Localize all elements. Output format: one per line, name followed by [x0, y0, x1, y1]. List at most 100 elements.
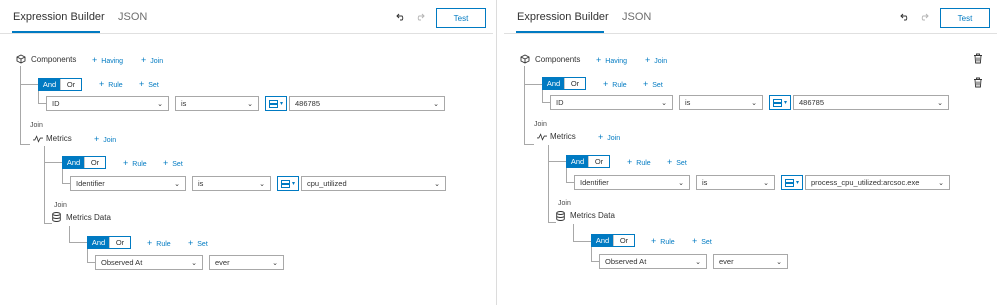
- tab-json[interactable]: JSON: [118, 11, 147, 23]
- add-rule-button[interactable]: + Rule: [651, 236, 675, 248]
- tree-line: [548, 222, 556, 223]
- and-or-toggle[interactable]: And Or: [566, 155, 610, 168]
- value-text: 486785: [799, 98, 825, 107]
- field-select[interactable]: ID ⌄: [550, 95, 673, 110]
- tab-expression-builder[interactable]: Expression Builder: [13, 11, 105, 23]
- or-option[interactable]: Or: [588, 156, 609, 167]
- and-option[interactable]: And: [63, 157, 84, 168]
- operator-value: ever: [719, 257, 734, 266]
- and-or-toggle[interactable]: And Or: [62, 156, 106, 169]
- tree-line: [591, 261, 599, 262]
- redo-icon[interactable]: [917, 9, 931, 25]
- add-rule-button[interactable]: + Rule: [627, 157, 651, 169]
- value-mode-button[interactable]: ▾: [781, 175, 803, 190]
- list-mode-icon: [784, 178, 794, 187]
- field-select[interactable]: Identifier ⌄: [70, 176, 186, 191]
- value-mode-button[interactable]: ▾: [769, 95, 791, 110]
- list-mode-icon: [280, 179, 290, 188]
- redo-icon[interactable]: [413, 9, 427, 25]
- tree-line: [69, 226, 70, 243]
- and-or-toggle[interactable]: And Or: [591, 234, 635, 247]
- chevron-down-icon: ⌄: [751, 100, 757, 107]
- add-rule-button[interactable]: + Rule: [147, 238, 171, 250]
- join-type-label: Join: [30, 122, 43, 129]
- trash-icon[interactable]: [973, 53, 983, 64]
- value-select[interactable]: cpu_utilized ⌄: [301, 176, 446, 191]
- metrics-pulse-icon: [537, 132, 547, 142]
- plus-icon: +: [598, 132, 604, 142]
- add-set-button[interactable]: + Set: [667, 157, 687, 169]
- add-having-button[interactable]: + Having: [596, 55, 627, 67]
- components-label: Components: [535, 55, 581, 64]
- chevron-down-icon: ⌄: [434, 181, 440, 188]
- and-option[interactable]: And: [543, 78, 564, 89]
- value-text: 486785: [295, 99, 321, 108]
- add-set-button[interactable]: + Set: [692, 236, 712, 248]
- value-mode-button[interactable]: ▾: [277, 176, 299, 191]
- add-join-button[interactable]: + Join: [645, 55, 667, 67]
- and-or-toggle[interactable]: And Or: [38, 78, 82, 91]
- plus-icon: +: [645, 55, 651, 65]
- and-option[interactable]: And: [592, 235, 613, 246]
- and-option[interactable]: And: [39, 79, 60, 90]
- value-mode-button[interactable]: ▾: [265, 96, 287, 111]
- metrics-label: Metrics: [46, 134, 72, 143]
- operator-select[interactable]: is ⌄: [175, 96, 259, 111]
- field-select[interactable]: Observed At ⌄: [95, 255, 203, 270]
- join-label: Join: [103, 137, 117, 144]
- and-option[interactable]: And: [567, 156, 588, 167]
- value-select[interactable]: process_cpu_utilized:arcsoc.exe ⌄: [805, 175, 950, 190]
- value-select[interactable]: 486785 ⌄: [793, 95, 949, 110]
- undo-icon[interactable]: [898, 9, 912, 25]
- or-option[interactable]: Or: [109, 237, 130, 248]
- caret-down-icon: ▾: [291, 181, 295, 187]
- tab-expression-builder[interactable]: Expression Builder: [517, 11, 609, 23]
- plus-icon: +: [147, 238, 153, 248]
- trash-icon[interactable]: [973, 77, 983, 88]
- operator-select[interactable]: is ⌄: [696, 175, 775, 190]
- add-set-button[interactable]: + Set: [643, 79, 663, 91]
- plus-icon: +: [667, 157, 673, 167]
- add-join-button[interactable]: + Join: [94, 134, 116, 146]
- list-mode-icon: [772, 98, 782, 107]
- operator-select[interactable]: is ⌄: [679, 95, 763, 110]
- add-rule-button[interactable]: + Rule: [99, 79, 123, 91]
- operator-select[interactable]: ever ⌄: [713, 254, 788, 269]
- tree-line: [524, 66, 525, 144]
- or-option[interactable]: Or: [60, 79, 81, 90]
- add-having-button[interactable]: + Having: [92, 55, 123, 67]
- operator-value: ever: [215, 258, 230, 267]
- add-join-button[interactable]: + Join: [141, 55, 163, 67]
- or-option[interactable]: Or: [564, 78, 585, 89]
- tree-line: [20, 84, 38, 85]
- tab-json[interactable]: JSON: [622, 11, 651, 23]
- add-rule-button[interactable]: + Rule: [603, 79, 627, 91]
- test-button[interactable]: Test: [940, 8, 990, 28]
- add-set-button[interactable]: + Set: [139, 79, 159, 91]
- tree-line: [62, 169, 63, 183]
- set-label: Set: [148, 82, 159, 89]
- and-option[interactable]: And: [88, 237, 109, 248]
- value-select[interactable]: 486785 ⌄: [289, 96, 445, 111]
- test-button[interactable]: Test: [436, 8, 486, 28]
- add-join-button[interactable]: + Join: [598, 132, 620, 144]
- field-select[interactable]: ID ⌄: [46, 96, 169, 111]
- tree-line: [87, 249, 88, 262]
- field-select[interactable]: Observed At ⌄: [599, 254, 707, 269]
- or-option[interactable]: Or: [84, 157, 105, 168]
- field-value: Identifier: [580, 178, 609, 187]
- add-set-button[interactable]: + Set: [188, 238, 208, 250]
- add-rule-button[interactable]: + Rule: [123, 158, 147, 170]
- list-mode-icon: [268, 99, 278, 108]
- tree-line: [573, 224, 574, 241]
- undo-icon[interactable]: [394, 9, 408, 25]
- and-or-toggle[interactable]: And Or: [542, 77, 586, 90]
- operator-select[interactable]: is ⌄: [192, 176, 271, 191]
- join-type-label: Join: [534, 121, 547, 128]
- operator-value: is: [702, 178, 708, 187]
- or-option[interactable]: Or: [613, 235, 634, 246]
- and-or-toggle[interactable]: And Or: [87, 236, 131, 249]
- add-set-button[interactable]: + Set: [163, 158, 183, 170]
- field-select[interactable]: Identifier ⌄: [574, 175, 690, 190]
- operator-select[interactable]: ever ⌄: [209, 255, 284, 270]
